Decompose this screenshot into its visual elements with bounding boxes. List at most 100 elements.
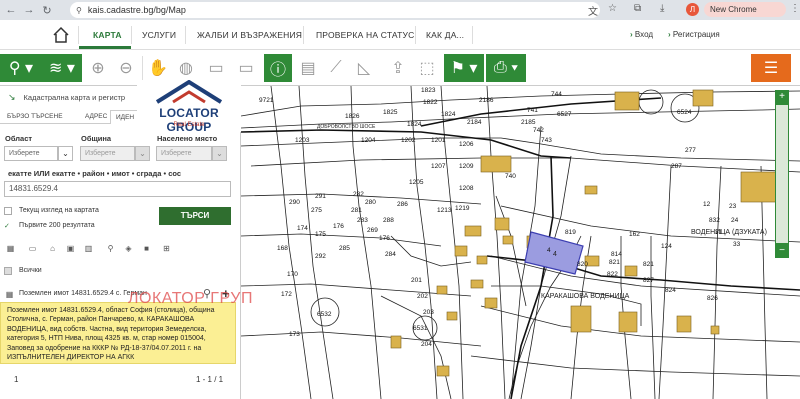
location-filter-icon[interactable]: ⚲	[106, 244, 115, 253]
place-label-karakashova: КАРАКАШОВА ВОДЕНИЦА	[541, 293, 630, 300]
svg-text:814: 814	[611, 251, 622, 258]
nav-status-check[interactable]: ПРОВЕРКА НА СТАТУС	[316, 30, 414, 40]
tab-address[interactable]: АДРЕС	[80, 110, 112, 124]
svg-text:832: 832	[709, 217, 720, 224]
brand-sub: Real Estate	[173, 122, 205, 128]
browser-menu-icon[interactable]: ⋮	[790, 3, 800, 14]
all-checkbox[interactable]	[4, 267, 12, 275]
nav-how-to[interactable]: КАК ДА...	[426, 30, 464, 40]
profile-avatar[interactable]: Л	[686, 3, 699, 16]
current-view-label: Текущ изглед на картата	[19, 207, 99, 214]
measure-distance-button[interactable]: ⟋	[324, 54, 348, 82]
previous-extent-button[interactable]: ▭	[202, 54, 230, 82]
translate-icon[interactable]: 文	[588, 3, 598, 18]
region-dropdown-icon[interactable]: ⌄	[58, 146, 73, 161]
upload-button[interactable]: ⇪	[384, 54, 412, 82]
login-link[interactable]: › Вход	[630, 30, 653, 39]
cadastral-map[interactable]: 4 9721 1825 1826 1824 1823 1822 1824 120…	[241, 86, 800, 399]
info-button[interactable]: ⓘ	[264, 54, 292, 82]
zoom-slider[interactable]	[775, 104, 789, 244]
panel-title: ↘ Кадастрална карта и регистр	[8, 92, 125, 103]
previous-view-icon: ▭	[208, 60, 224, 77]
svg-text:9721: 9721	[259, 97, 274, 104]
chrome-update-button[interactable]: New Chrome available	[704, 2, 786, 29]
info-icon: ⓘ	[269, 62, 286, 79]
bookmark-star-icon[interactable]: ☆	[608, 3, 617, 14]
location-tool-button[interactable]: ⚑ ▾	[444, 54, 484, 82]
back-icon[interactable]: ←	[4, 4, 18, 16]
svg-text:175: 175	[315, 231, 326, 238]
register-link[interactable]: › Регистрация	[668, 30, 720, 39]
agency-watermark: ЛОКАТОР ГРУП	[128, 290, 253, 307]
page-number[interactable]: 1	[14, 375, 18, 384]
doc-filter-icon[interactable]: ▥	[84, 244, 93, 253]
nav-services[interactable]: УСЛУГИ	[142, 30, 176, 40]
address-bar[interactable]: ⚲ kais.cadastre.bg/bg/Map	[70, 2, 600, 18]
grid-alt-filter-icon[interactable]: ⊞	[162, 244, 171, 253]
zoom-out-icon: ⊖	[119, 60, 133, 77]
settlement-select[interactable]: Изберете	[156, 146, 212, 161]
svg-text:174: 174	[297, 225, 308, 232]
grid-filter-icon[interactable]: ▦	[6, 244, 15, 253]
svg-text:280: 280	[365, 199, 376, 206]
extensions-icon[interactable]: ⧉	[634, 3, 641, 14]
layers-tool-button[interactable]: ≋ ▾	[42, 54, 82, 82]
municipality-select[interactable]: Изберете	[80, 146, 135, 161]
map-zoom-in-side-button[interactable]: +	[775, 90, 789, 104]
location-icon: ⚑ ▾	[450, 60, 478, 77]
building-filter-icon[interactable]: ⌂	[48, 244, 57, 253]
browser-chrome: ← → ↻ ⚲ kais.cadastre.bg/bg/Map 文 ☆ ⧉ ⤓ …	[0, 0, 800, 29]
municipality-dropdown-icon[interactable]: ⌄	[135, 146, 150, 161]
identifier-search-input[interactable]: 14831.6529.4	[4, 181, 231, 197]
forward-icon[interactable]: →	[22, 4, 36, 16]
unit-filter-icon[interactable]: ▣	[66, 244, 75, 253]
nav-map[interactable]: КАРТА	[93, 30, 122, 40]
select-area-button[interactable]: ⬚	[414, 54, 440, 82]
zoom-out-button[interactable]: ⊖	[114, 54, 138, 82]
zoom-in-button[interactable]: ⊕	[86, 54, 110, 82]
svg-text:291: 291	[315, 193, 326, 200]
menu-button[interactable]: ☰	[751, 54, 791, 82]
nav-divider	[78, 26, 79, 44]
home-icon[interactable]	[52, 26, 70, 44]
municipality-label: Община	[81, 134, 112, 143]
site-info-icon[interactable]: ⚲	[76, 6, 82, 15]
upload-icon: ⇪	[391, 60, 405, 77]
place-label-vodenitsa: ВОДЕНИЦА (ДЗУКАТА)	[691, 229, 767, 236]
svg-text:740: 740	[505, 173, 516, 180]
square-filter-icon[interactable]: ■	[142, 244, 151, 253]
svg-text:2184: 2184	[467, 119, 482, 126]
nav-divider	[472, 26, 473, 44]
tab-quick-search[interactable]: БЪРЗО ТЪРСЕНЕ	[2, 110, 68, 124]
map-zoom-out-side-button[interactable]: −	[775, 244, 789, 258]
svg-text:1213: 1213	[437, 207, 452, 214]
road-label: ДОБРОВОЛСТВО ШОСЕ	[317, 124, 376, 130]
measure-area-button[interactable]: ◺	[352, 54, 376, 82]
result-details-card: Поземлен имот 14831.6529.4, област София…	[0, 302, 236, 364]
first-200-check-icon[interactable]: ✓	[4, 222, 10, 230]
search-icon: ⚲ ▾	[8, 60, 34, 77]
reload-icon[interactable]: ↻	[40, 4, 54, 17]
settlement-dropdown-icon[interactable]: ⌄	[212, 146, 227, 161]
tab-identifier[interactable]: ИДЕН	[110, 110, 141, 124]
first-200-label: Първите 200 резултата	[19, 222, 95, 229]
svg-text:202: 202	[417, 293, 428, 300]
hand-icon: ✋	[148, 60, 168, 77]
region-select[interactable]: Изберете	[4, 146, 58, 161]
search-button[interactable]: ТЪРСИ	[159, 207, 231, 225]
current-view-checkbox[interactable]	[4, 207, 12, 215]
nav-complaints[interactable]: ЖАЛБИ И ВЪЗРАЖЕНИЯ	[197, 30, 302, 40]
next-extent-button[interactable]: ▭	[232, 54, 260, 82]
parcel-filter-icon[interactable]: ▭	[28, 244, 37, 253]
svg-text:824: 824	[665, 287, 676, 294]
svg-text:742: 742	[533, 127, 544, 134]
downloads-icon[interactable]: ⤓	[660, 3, 664, 14]
search-tool-button[interactable]: ⚲ ▾	[0, 54, 42, 82]
map-toolbar: ⚲ ▾ ≋ ▾ ⊕ ⊖ ✋ ◍ ▭ ▭ ⓘ ▤ ⟋ ◺ ⇪ ⬚ ⚑ ▾ ⎙ ▾ …	[0, 50, 800, 86]
identify-button[interactable]: ▤	[296, 54, 320, 82]
pan-button[interactable]: ✋	[146, 54, 170, 82]
layers-filter-icon[interactable]: ◈	[124, 244, 133, 253]
print-tool-button[interactable]: ⎙ ▾	[486, 54, 526, 82]
map-canvas[interactable]: 4 9721 1825 1826 1824 1823 1822 1824 120…	[241, 86, 800, 399]
full-extent-button[interactable]: ◍	[174, 54, 198, 82]
